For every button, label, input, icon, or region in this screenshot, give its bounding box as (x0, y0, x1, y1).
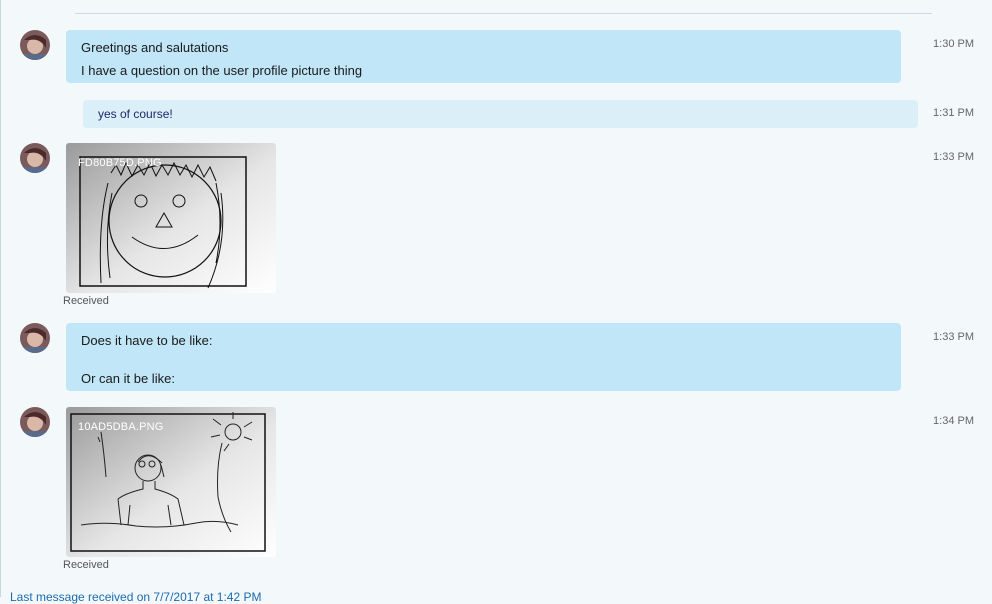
avatar[interactable] (20, 407, 50, 437)
image-attachment[interactable]: FD80B75D.PNG (66, 143, 276, 293)
outgoing-message-bubble[interactable]: yes of course! (83, 100, 918, 128)
message-timestamp: 1:34 PM (933, 415, 974, 427)
message-text: yes of course! (98, 107, 173, 121)
message-bubble[interactable]: Greetings and salutations I have a quest… (66, 30, 901, 83)
message-timestamp: 1:33 PM (933, 331, 974, 343)
message-timestamp: 1:30 PM (933, 38, 974, 50)
last-message-info: Last message received on 7/7/2017 at 1:4… (10, 590, 262, 604)
message-text: I have a question on the user profile pi… (81, 63, 363, 78)
avatar[interactable] (20, 30, 50, 60)
window-left-border (0, 0, 1, 597)
image-attachment[interactable]: 10AD5DBA.PNG (66, 407, 276, 557)
delivery-status: Received (63, 559, 109, 571)
message-timestamp: 1:33 PM (933, 151, 974, 163)
divider (75, 13, 932, 14)
avatar[interactable] (20, 323, 50, 353)
delivery-status: Received (63, 295, 109, 307)
message-text: Does it have to be like: (81, 333, 213, 348)
message-timestamp: 1:31 PM (933, 107, 974, 119)
message-bubble[interactable]: Does it have to be like: Or can it be li… (66, 323, 901, 391)
avatar[interactable] (20, 143, 50, 173)
message-text: Or can it be like: (81, 371, 175, 386)
attachment-filename: FD80B75D.PNG (78, 157, 162, 169)
attachment-filename: 10AD5DBA.PNG (78, 421, 164, 433)
message-text: Greetings and salutations (81, 40, 229, 55)
